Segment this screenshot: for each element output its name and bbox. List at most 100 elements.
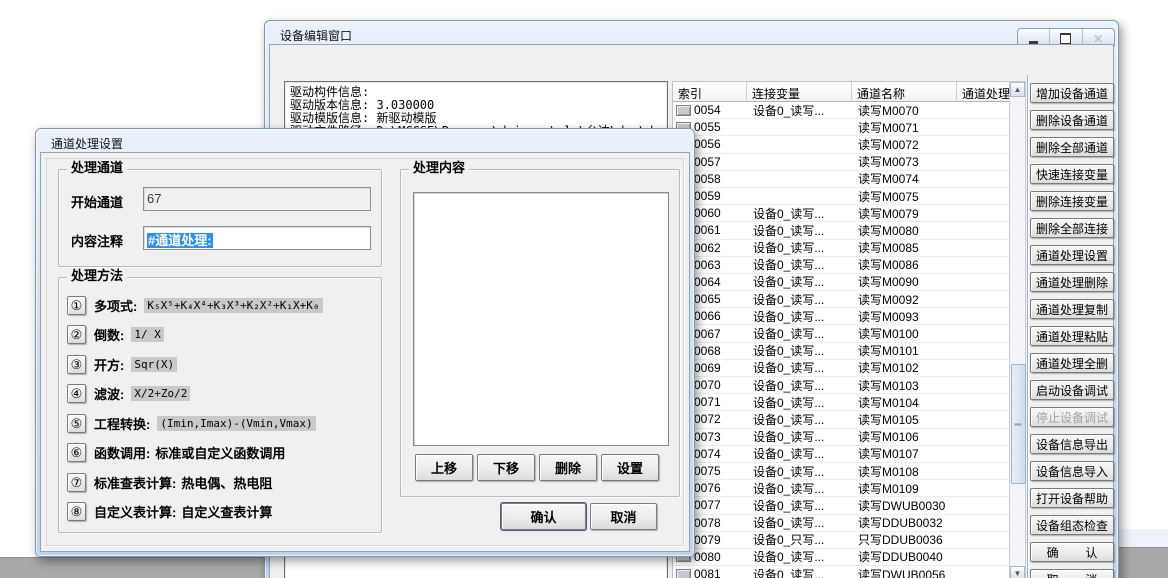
column-header-process[interactable]: 通道处理: [957, 82, 1009, 102]
row-variable: 设备0_读写...: [747, 548, 852, 565]
table-row[interactable]: 0078设备0_读写...读写DDUB0032: [673, 515, 1009, 532]
delete-button[interactable]: 删除: [539, 454, 597, 481]
table-row[interactable]: 0079设备0_只写...只写DDUB0036: [673, 532, 1009, 549]
side-button-9[interactable]: 通道处理复制: [1030, 299, 1114, 319]
row-index: 0054: [694, 103, 721, 117]
table-row[interactable]: 0081设备0_读写...读写DWUB0056: [673, 566, 1009, 578]
side-button-7[interactable]: 通道处理设置: [1030, 245, 1114, 265]
side-button-4[interactable]: 快速连接变量: [1030, 164, 1114, 184]
background-area-right: [1119, 547, 1168, 578]
vertical-scrollbar-thumb[interactable]: ▬: [1011, 364, 1026, 484]
row-index: 0059: [694, 189, 721, 203]
table-row[interactable]: 0064设备0_读写...读写M0090: [673, 274, 1009, 291]
comment-field[interactable]: #通道处理:: [143, 226, 371, 250]
table-row[interactable]: 0070设备0_读写...读写M0103: [673, 377, 1009, 394]
row-channel-name: 读写DDUB0032: [852, 514, 957, 531]
table-row[interactable]: 0062设备0_读写...读写M0085: [673, 240, 1009, 257]
side-button-3[interactable]: 删除全部通道: [1030, 137, 1114, 157]
row-variable: 设备0_读写...: [747, 445, 852, 462]
side-button-18[interactable]: 确 认: [1030, 542, 1114, 562]
row-channel-name: 读写M0086: [852, 256, 957, 273]
row-variable: 设备0_只写...: [747, 531, 852, 548]
scroll-down-button[interactable]: ▼: [1010, 566, 1025, 578]
method-number-button[interactable]: ④: [67, 384, 86, 403]
row-variable: 设备0_读写...: [747, 566, 852, 578]
move-down-button[interactable]: 下移: [477, 454, 535, 481]
table-row[interactable]: 0071设备0_读写...读写M0104: [673, 394, 1009, 411]
side-button-14[interactable]: 设备信息导出: [1030, 434, 1114, 454]
table-row[interactable]: 0065设备0_读写...读写M0092: [673, 291, 1009, 308]
method-number-button[interactable]: ③: [67, 355, 86, 374]
row-variable: 设备0_读写...: [747, 256, 852, 273]
table-vertical-scrollbar[interactable]: ▲ ▬ ▼: [1009, 81, 1026, 578]
table-row[interactable]: 0056读写M0072: [673, 136, 1009, 153]
side-button-19[interactable]: 取 消: [1030, 569, 1114, 578]
method-number-button[interactable]: ⑧: [67, 502, 86, 521]
channel-chip-icon: [676, 569, 691, 578]
table-row[interactable]: 0074设备0_读写...读写M0107: [673, 446, 1009, 463]
comment-label: 内容注释: [71, 231, 123, 250]
table-row[interactable]: 0075设备0_读写...读写M0108: [673, 463, 1009, 480]
row-index: 0060: [694, 206, 721, 220]
row-index: 0078: [694, 516, 721, 530]
method-number-button[interactable]: ⑦: [67, 473, 86, 492]
row-variable: 设备0_读写...: [747, 205, 852, 222]
table-row[interactable]: 0066设备0_读写...读写M0093: [673, 308, 1009, 325]
settings-button[interactable]: 设置: [601, 454, 659, 481]
side-button-11[interactable]: 通道处理全删: [1030, 353, 1114, 373]
side-button-5[interactable]: 删除连接变量: [1030, 191, 1114, 211]
row-variable: 设备0_读写...: [747, 428, 852, 445]
side-button-8[interactable]: 通道处理删除: [1030, 272, 1114, 292]
side-button-1[interactable]: 增加设备通道: [1030, 83, 1114, 103]
method-formula-chip: X/2+Zo/2: [131, 386, 190, 401]
row-channel-name: 读写M0090: [852, 273, 957, 290]
row-index: 0076: [694, 481, 721, 495]
table-row[interactable]: 0068设备0_读写...读写M0101: [673, 343, 1009, 360]
side-button-15[interactable]: 设备信息导入: [1030, 461, 1114, 481]
method-row: ②倒数:1/ X: [67, 324, 164, 346]
table-row[interactable]: 0076设备0_读写...读写M0109: [673, 480, 1009, 497]
side-button-6[interactable]: 删除全部连接: [1030, 218, 1114, 238]
column-header-index[interactable]: 索引: [673, 82, 747, 102]
table-row[interactable]: 0080设备0_读写...读写DDUB0040: [673, 549, 1009, 566]
table-row[interactable]: 0058读写M0074: [673, 171, 1009, 188]
column-header-variable[interactable]: 连接变量: [747, 82, 852, 102]
row-index: 0064: [694, 275, 721, 289]
row-index: 0061: [694, 223, 721, 237]
side-button-12[interactable]: 启动设备调试: [1030, 380, 1114, 400]
table-row[interactable]: 0060设备0_读写...读写M0079: [673, 205, 1009, 222]
table-row[interactable]: 0059读写M0075: [673, 188, 1009, 205]
table-row[interactable]: 0069设备0_读写...读写M0102: [673, 360, 1009, 377]
method-number-button[interactable]: ⑥: [67, 443, 86, 462]
table-row[interactable]: 0073设备0_读写...读写M0106: [673, 429, 1009, 446]
confirm-button[interactable]: 确认: [501, 503, 586, 530]
channel-table: 索引 连接变量 通道名称 通道处理 0054设备0_读写...读写M007000…: [672, 81, 1009, 578]
row-channel-name: 读写M0085: [852, 239, 957, 256]
channel-chip-icon: [676, 105, 691, 116]
side-button-10[interactable]: 通道处理粘贴: [1030, 326, 1114, 346]
table-row[interactable]: 0054设备0_读写...读写M0070: [673, 102, 1009, 119]
side-button-17[interactable]: 设备组态检查: [1030, 515, 1114, 535]
table-row[interactable]: 0057读写M0073: [673, 154, 1009, 171]
side-button-2[interactable]: 删除设备通道: [1030, 110, 1114, 130]
cancel-button[interactable]: 取消: [590, 503, 657, 530]
scroll-up-button[interactable]: ▲: [1010, 82, 1025, 97]
side-button-16[interactable]: 打开设备帮助: [1030, 488, 1114, 508]
column-header-name[interactable]: 通道名称: [852, 82, 957, 102]
row-index: 0057: [694, 155, 721, 169]
table-row[interactable]: 0063设备0_读写...读写M0086: [673, 257, 1009, 274]
method-number-button[interactable]: ①: [67, 296, 86, 315]
move-up-button[interactable]: 上移: [415, 454, 473, 481]
method-formula-chip: Sqr(X): [131, 357, 177, 372]
window-title: 设备编辑窗口: [280, 27, 352, 44]
process-content-list[interactable]: [413, 192, 669, 446]
row-channel-name: 读写M0093: [852, 308, 957, 325]
method-number-button[interactable]: ②: [67, 325, 86, 344]
method-number-button[interactable]: ⑤: [67, 414, 86, 433]
table-row[interactable]: 0067设备0_读写...读写M0100: [673, 325, 1009, 342]
process-channel-group: 处理通道 开始通道 67 内容注释 #通道处理:: [58, 169, 382, 267]
table-row[interactable]: 0077设备0_读写...读写DWUB0030: [673, 497, 1009, 514]
table-row[interactable]: 0055读写M0071: [673, 119, 1009, 136]
table-row[interactable]: 0061设备0_读写...读写M0080: [673, 222, 1009, 239]
table-row[interactable]: 0072设备0_读写...读写M0105: [673, 411, 1009, 428]
